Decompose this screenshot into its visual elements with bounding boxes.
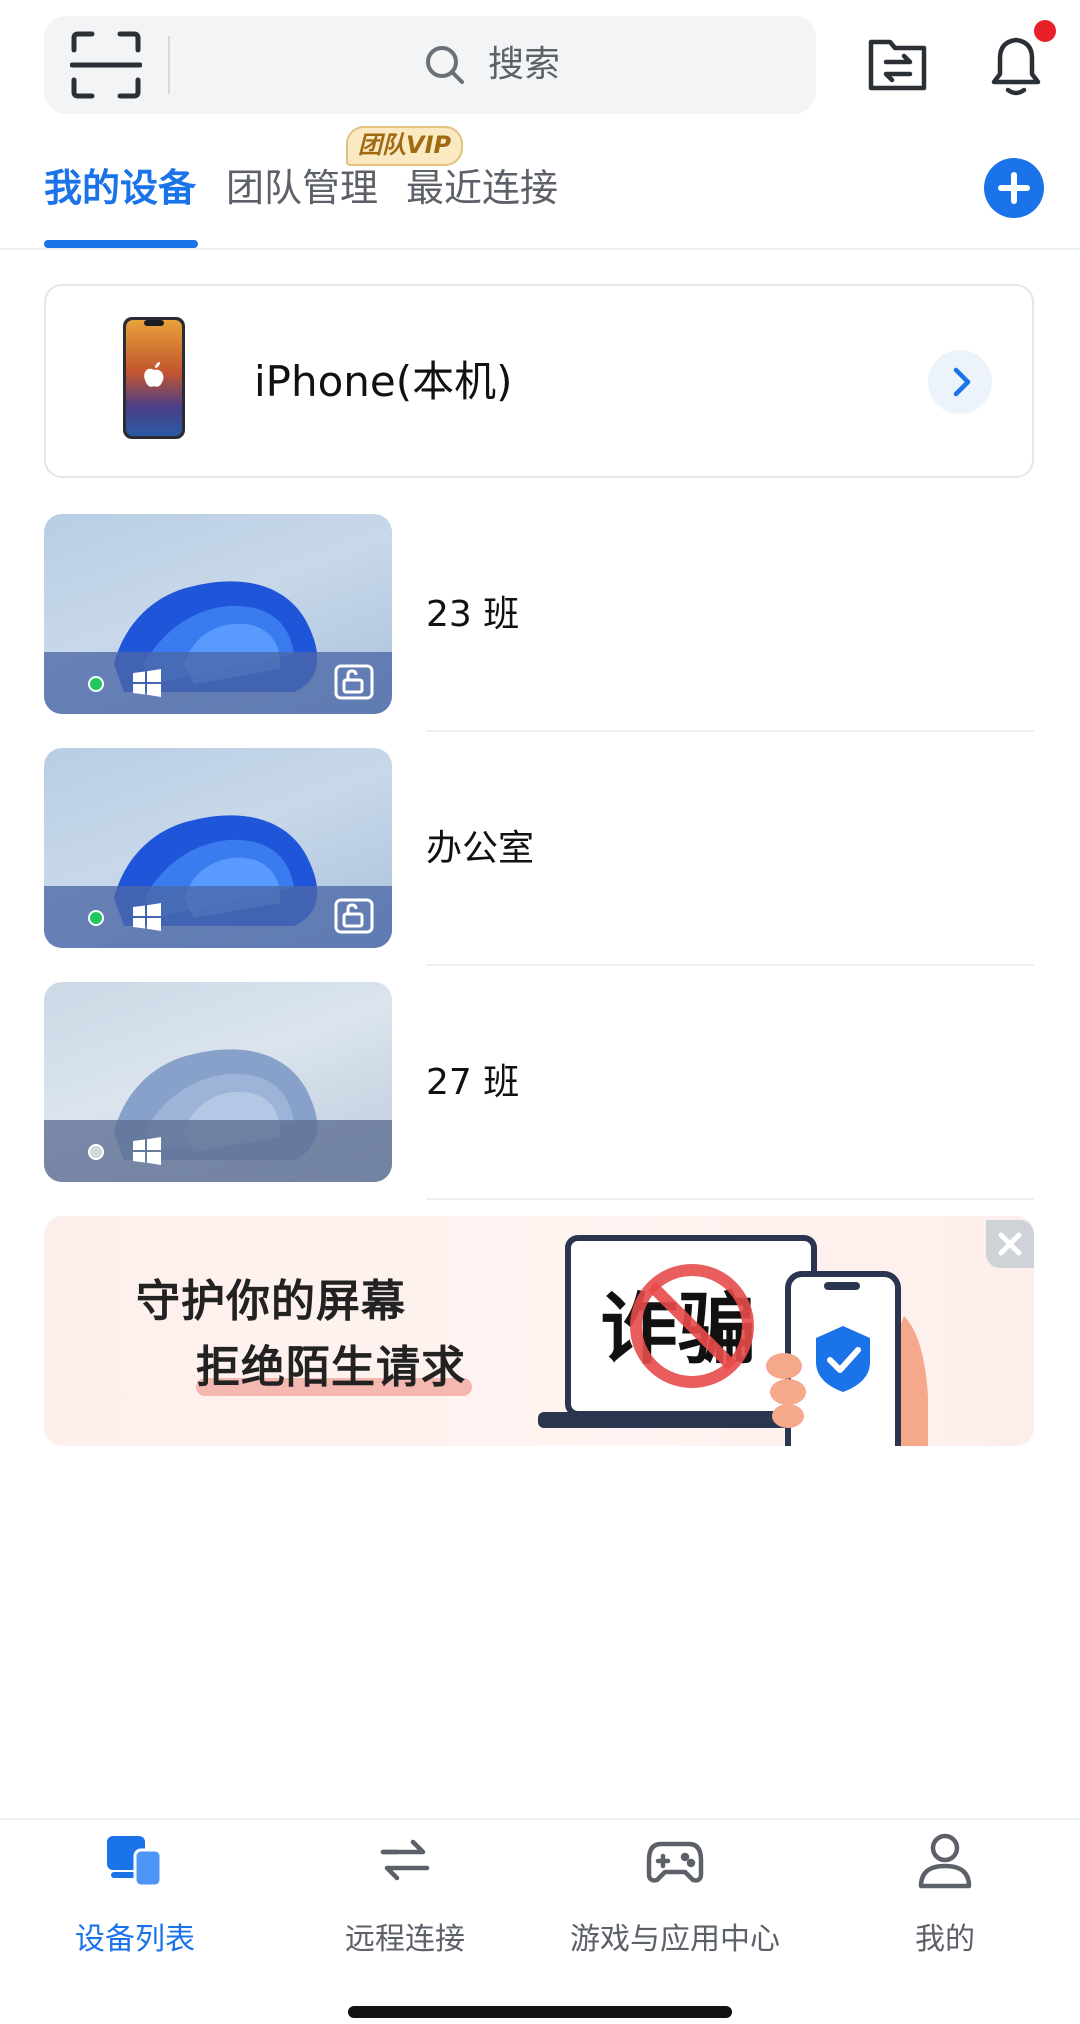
user-icon (918, 1833, 972, 1889)
this-device-name: iPhone(本机) (254, 357, 513, 406)
nav-remote-connect[interactable]: 远程连接 (270, 1830, 540, 1980)
banner-line1: 守护你的屏幕 (136, 1276, 406, 1327)
iphone-icon (122, 316, 186, 440)
home-indicator[interactable] (348, 2006, 732, 2018)
tab-recent-connections[interactable]: 最近连接 (406, 160, 558, 216)
banner-close-icon[interactable] (986, 1220, 1034, 1268)
team-vip-badge: 团队VIP (346, 126, 464, 166)
transfer-arrows-icon (380, 1839, 430, 1881)
online-status-dot (88, 910, 104, 926)
windows-icon (133, 669, 161, 697)
nav-me[interactable]: 我的 (810, 1830, 1080, 1980)
notification-dot (1034, 20, 1056, 42)
search-icon (424, 44, 466, 86)
gamepad-icon (646, 1841, 704, 1883)
nav-games-apps[interactable]: 游戏与应用中心 (540, 1830, 810, 1980)
unlock-icon[interactable] (334, 664, 374, 700)
device-name[interactable]: 23 班 (426, 590, 519, 640)
add-device-button[interactable] (984, 158, 1044, 218)
offline-status-dot (88, 1144, 104, 1160)
chevron-right-icon[interactable] (928, 350, 992, 414)
active-tab-indicator (44, 240, 198, 248)
file-transfer-icon[interactable] (866, 32, 930, 96)
nav-label: 设备列表 (75, 1922, 195, 1957)
windows-icon (133, 1137, 161, 1165)
devices-icon (107, 1836, 163, 1888)
banner-line2: 拒绝陌生请求 (196, 1342, 466, 1393)
bottom-nav-divider (0, 1818, 1080, 1820)
device-thumbnail[interactable] (44, 514, 392, 714)
nav-label: 游戏与应用中心 (570, 1922, 780, 1957)
row-divider (426, 1198, 1034, 1200)
tabs-divider (0, 248, 1080, 250)
search-placeholder[interactable]: 搜索 (488, 40, 560, 90)
tab-my-devices[interactable]: 我的设备 (44, 160, 196, 216)
device-name[interactable]: 办公室 (426, 824, 534, 874)
scan-icon[interactable] (69, 30, 143, 100)
windows-icon (133, 903, 161, 931)
nav-label: 我的 (915, 1922, 975, 1957)
row-divider (426, 964, 1034, 966)
nav-label: 远程连接 (345, 1922, 465, 1957)
nav-device-list[interactable]: 设备列表 (0, 1830, 270, 1980)
tab-team-management[interactable]: 团队管理 (226, 160, 378, 216)
device-name[interactable]: 27 班 (426, 1058, 519, 1108)
device-thumbnail[interactable] (44, 748, 392, 948)
online-status-dot (88, 676, 104, 692)
device-thumbnail[interactable] (44, 982, 392, 1182)
row-divider (426, 730, 1034, 732)
unlock-icon[interactable] (334, 898, 374, 934)
this-device-card[interactable] (44, 284, 1034, 478)
search-separator (168, 36, 170, 94)
